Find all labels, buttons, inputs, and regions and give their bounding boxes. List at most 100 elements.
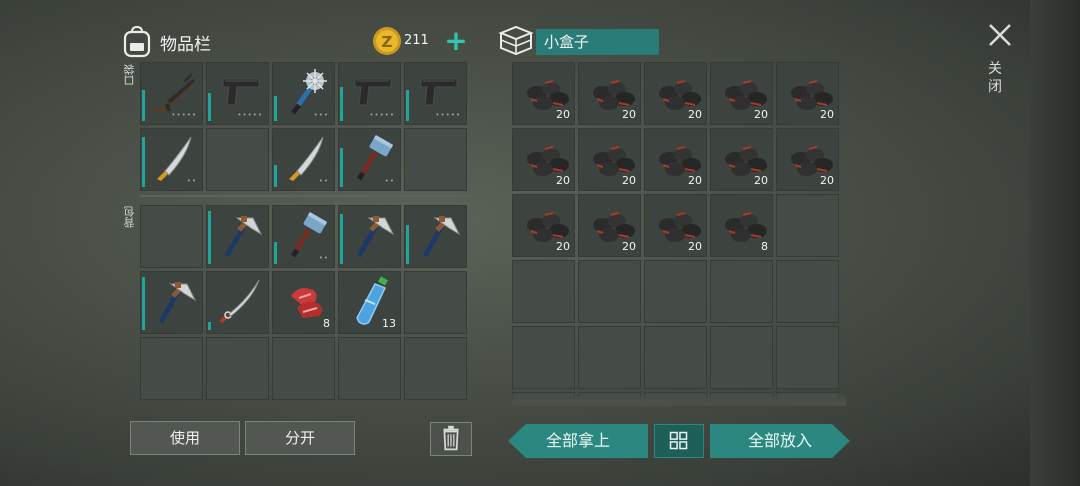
split-button[interactable]: 分开 <box>245 421 355 455</box>
pocket-slot[interactable]: ••• <box>272 62 335 125</box>
pocket-slot[interactable]: ••••• <box>338 62 401 125</box>
durability-bar <box>142 137 145 187</box>
backpack-slot[interactable] <box>404 205 467 268</box>
add-coins-button[interactable]: + <box>442 27 470 56</box>
katana-icon <box>219 279 260 324</box>
backpack-slot[interactable] <box>140 271 203 334</box>
container-slot[interactable] <box>644 326 707 389</box>
durability-bar <box>274 165 277 187</box>
container-slot[interactable]: 20 <box>644 128 707 191</box>
backpack-label: 背包 <box>123 206 136 228</box>
container-slot[interactable] <box>776 260 839 323</box>
container-slot[interactable]: 20 <box>644 62 707 125</box>
hatchet-icon <box>356 216 395 258</box>
put-all-button[interactable]: 全部放入 <box>710 424 850 458</box>
hatchet-icon <box>422 216 461 258</box>
item-quantity: 8 <box>323 317 330 330</box>
pocket-slot[interactable] <box>206 128 269 191</box>
backpack-slot[interactable]: •• <box>272 205 335 268</box>
container-slot[interactable]: 20 <box>710 62 773 125</box>
scroll-fade <box>512 392 846 406</box>
item-quantity: 13 <box>382 317 396 330</box>
quality-dots: ••••• <box>435 111 461 119</box>
pocket-slot[interactable]: •• <box>338 128 401 191</box>
grid-sort-icon <box>669 431 688 450</box>
item-quantity: 20 <box>556 240 570 253</box>
container-slot[interactable]: 20 <box>776 128 839 191</box>
pocket-slot[interactable] <box>404 128 467 191</box>
item-quantity: 20 <box>688 174 702 187</box>
backpack-slot[interactable] <box>206 337 269 400</box>
pocket-slot[interactable]: ••••• <box>206 62 269 125</box>
container-slot[interactable]: 20 <box>644 194 707 257</box>
quality-dots: •• <box>384 177 395 185</box>
pocket-slot[interactable]: ••••• <box>404 62 467 125</box>
pocket-slot[interactable]: •• <box>140 128 203 191</box>
item-quantity: 20 <box>754 108 768 121</box>
use-button[interactable]: 使用 <box>130 421 240 455</box>
backpack-slot[interactable] <box>140 205 203 268</box>
item-quantity: 20 <box>820 108 834 121</box>
container-slot[interactable] <box>776 194 839 257</box>
item-quantity: 20 <box>556 174 570 187</box>
backpack-slot[interactable] <box>404 337 467 400</box>
backpack-slot[interactable] <box>338 205 401 268</box>
delete-button[interactable] <box>430 422 472 456</box>
hatchet-icon <box>158 282 197 324</box>
container-slot[interactable]: 20 <box>512 128 575 191</box>
container-slot[interactable]: 20 <box>578 194 641 257</box>
hatchet-icon <box>224 216 263 258</box>
backpack-slot[interactable] <box>272 337 335 400</box>
backpack-slot[interactable] <box>206 271 269 334</box>
backpack-slot[interactable] <box>404 271 467 334</box>
quality-dots: ••••• <box>237 111 263 119</box>
container-slot[interactable] <box>512 260 575 323</box>
inventory-title: 物品栏 <box>160 34 211 55</box>
container-slot[interactable] <box>578 326 641 389</box>
backpack-slot[interactable] <box>140 337 203 400</box>
quality-dots: ••• <box>313 111 329 119</box>
trash-icon <box>443 425 459 451</box>
backpack-slot[interactable] <box>206 205 269 268</box>
section-divider <box>140 195 472 197</box>
container-slot[interactable]: 20 <box>710 128 773 191</box>
box-icon <box>498 25 534 56</box>
backpack-slot[interactable]: 8 <box>272 271 335 334</box>
container-slot[interactable] <box>644 260 707 323</box>
pocket-grid: ••••• ••••• ••• ••••• ••••• •• •• •• <box>140 62 467 191</box>
item-quantity: 8 <box>761 240 768 253</box>
quality-dots: •• <box>318 177 329 185</box>
container-slot[interactable] <box>776 326 839 389</box>
take-all-button[interactable]: 全部拿上 <box>508 424 648 458</box>
container-slot[interactable] <box>578 260 641 323</box>
backpack-slot[interactable] <box>338 337 401 400</box>
durability-bar <box>340 214 343 264</box>
container-slot[interactable]: 20 <box>578 128 641 191</box>
side-panel <box>1030 0 1080 486</box>
container-slot[interactable] <box>710 326 773 389</box>
item-quantity: 20 <box>622 174 636 187</box>
durability-bar <box>142 90 145 121</box>
pocket-slot[interactable]: ••••• <box>140 62 203 125</box>
close-icon[interactable] <box>985 20 1015 50</box>
item-quantity: 20 <box>754 174 768 187</box>
item-quantity: 20 <box>622 108 636 121</box>
container-slot[interactable] <box>710 260 773 323</box>
quality-dots: ••••• <box>171 111 197 119</box>
pocket-slot[interactable]: •• <box>272 128 335 191</box>
container-slot[interactable]: 20 <box>512 62 575 125</box>
durability-bar <box>208 322 211 330</box>
close-label[interactable]: 关闭 <box>988 60 1004 96</box>
durability-bar <box>208 93 211 121</box>
item-quantity: 20 <box>688 240 702 253</box>
container-slot[interactable]: 20 <box>512 194 575 257</box>
durability-bar <box>274 242 277 264</box>
container-slot[interactable]: 8 <box>710 194 773 257</box>
container-slot[interactable]: 20 <box>776 62 839 125</box>
sort-button[interactable] <box>654 424 704 458</box>
quality-dots: ••••• <box>369 111 395 119</box>
container-slot[interactable]: 20 <box>578 62 641 125</box>
container-slot[interactable] <box>512 326 575 389</box>
quality-dots: •• <box>186 177 197 185</box>
backpack-slot[interactable]: 13 <box>338 271 401 334</box>
